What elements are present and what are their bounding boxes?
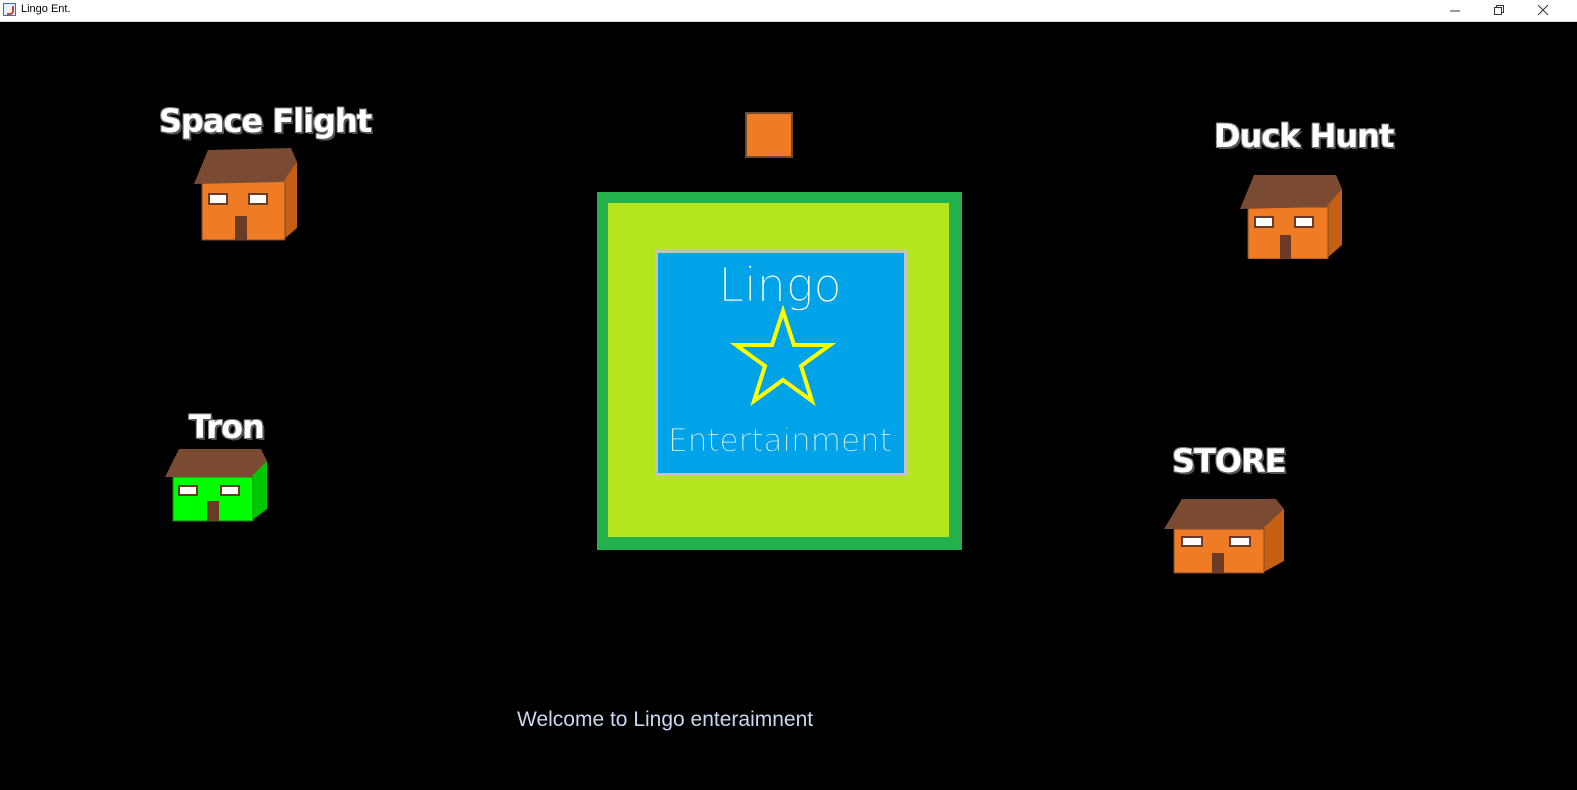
welcome-message: Welcome to Lingo enteraimnent bbox=[517, 708, 814, 731]
logo-art: Lingo Entertainment bbox=[668, 258, 892, 460]
window-titlebar: Lingo Ent. bbox=[0, 0, 1577, 22]
tron-house[interactable] bbox=[163, 447, 269, 523]
java-app-icon[interactable] bbox=[3, 3, 16, 16]
close-button[interactable] bbox=[1521, 0, 1565, 21]
minimize-button[interactable] bbox=[1433, 0, 1477, 21]
minimize-icon bbox=[1449, 10, 1460, 12]
store-label: STORE bbox=[1172, 442, 1287, 480]
close-icon bbox=[1537, 5, 1548, 16]
space-flight-house[interactable] bbox=[193, 146, 299, 242]
space-flight-label: Space Flight bbox=[159, 102, 372, 140]
restore-button[interactable] bbox=[1477, 0, 1521, 21]
tron-label: Tron bbox=[189, 408, 265, 446]
window-title: Lingo Ent. bbox=[21, 3, 71, 15]
duck-hunt-house[interactable] bbox=[1240, 173, 1344, 259]
restore-icon bbox=[1493, 5, 1504, 15]
logo-entertainment-text: Entertainment bbox=[668, 423, 892, 459]
store-house[interactable] bbox=[1164, 497, 1286, 577]
logo-lingo-text: Lingo bbox=[718, 258, 841, 312]
duck-hunt-label: Duck Hunt bbox=[1214, 117, 1394, 155]
game-canvas[interactable]: Space Flight Duck Hunt Tron STORE Lingo … bbox=[0, 22, 1577, 790]
star-icon bbox=[729, 304, 837, 407]
player-square[interactable] bbox=[745, 112, 793, 158]
lingo-logo-panel: Lingo Entertainment bbox=[655, 250, 907, 476]
